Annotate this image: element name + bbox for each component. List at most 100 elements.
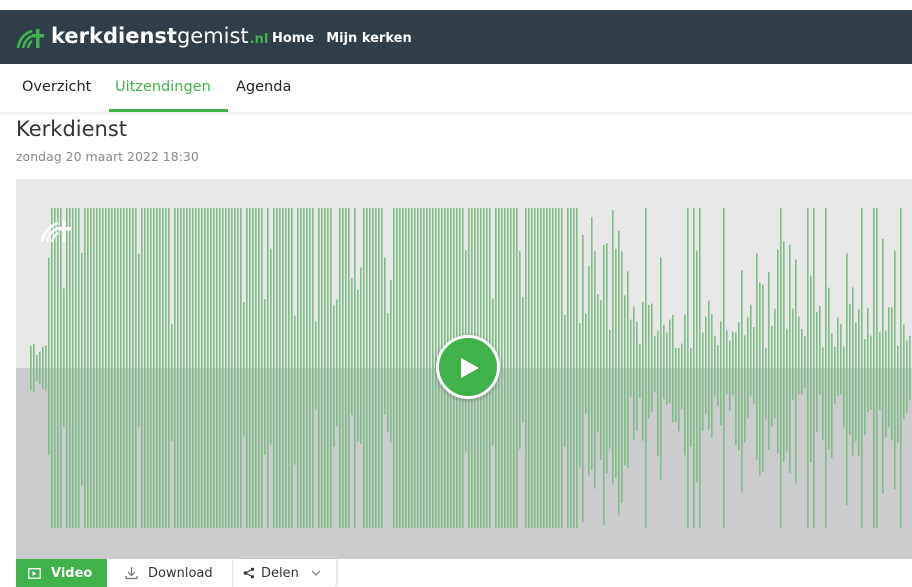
waveform-bar — [870, 335, 872, 410]
waveform-bar — [45, 345, 47, 391]
page-title: Kerkdienst — [16, 117, 128, 141]
waveform-bar — [192, 208, 194, 528]
waveform-bar — [801, 328, 803, 395]
waveform-bar — [603, 245, 605, 525]
waveform-bar — [747, 317, 749, 419]
waveform-bar — [681, 343, 683, 410]
waveform-bar — [198, 208, 200, 528]
waveform-bar — [642, 301, 644, 441]
waveform-bar — [546, 208, 548, 528]
nav-home[interactable]: Home — [272, 31, 314, 47]
waveform-bar — [627, 271, 629, 469]
waveform-bar — [564, 314, 566, 447]
waveform-bar — [333, 305, 335, 448]
nav-mijn-kerken[interactable]: Mijn kerken — [326, 31, 412, 47]
waveform-bar — [552, 208, 554, 528]
waveform-bar — [201, 208, 203, 528]
waveform-bar — [81, 252, 83, 486]
play-button[interactable] — [436, 335, 500, 399]
waveform-bar — [90, 208, 92, 528]
waveform-bar — [237, 208, 239, 528]
waveform-bar — [120, 208, 122, 528]
waveform-bar — [699, 208, 701, 528]
waveform-bar — [624, 295, 626, 466]
waveform-bar — [612, 210, 614, 485]
waveform-bar — [909, 335, 911, 400]
waveform-bar — [129, 208, 131, 528]
media-action-toolbar: Video Download Delen — [16, 559, 337, 587]
waveform-bar — [582, 234, 584, 523]
share-label: Delen — [261, 565, 299, 581]
waveform-bar — [657, 330, 659, 457]
waveform-bar — [306, 208, 308, 528]
waveform-bar — [723, 208, 725, 528]
waveform-bar — [84, 208, 86, 528]
waveform-bar — [87, 208, 89, 528]
waveform-bar — [267, 208, 269, 528]
waveform-bar — [240, 208, 242, 528]
waveform-bar — [798, 316, 800, 395]
site-logo[interactable]: kerkdienstgemist.nl — [16, 24, 268, 50]
waveform-bar — [33, 343, 35, 393]
waveform-bar — [789, 244, 791, 473]
tab-uitzendingen[interactable]: Uitzendingen — [115, 78, 211, 96]
play-icon — [461, 358, 479, 378]
waveform-bar — [207, 208, 209, 528]
waveform-bar — [843, 346, 845, 428]
waveform-bar — [42, 346, 44, 390]
share-button[interactable]: Delen — [233, 559, 337, 587]
waveform-bar — [786, 328, 788, 452]
waveform-bar — [774, 308, 776, 419]
waveform-bar — [396, 208, 398, 528]
download-button[interactable]: Download — [107, 559, 233, 587]
waveform-bar — [399, 208, 401, 528]
waveform-bar — [414, 208, 416, 528]
waveform-bar — [804, 336, 806, 389]
waveform-bar — [729, 340, 731, 412]
waveform-bar — [645, 208, 647, 528]
waveform-bar — [105, 208, 107, 528]
tab-overzicht[interactable]: Overzicht — [22, 78, 91, 96]
waveform-bar — [780, 208, 782, 528]
waveform-bar — [768, 272, 770, 450]
audio-player[interactable] — [16, 179, 912, 559]
waveform-bar — [51, 208, 53, 528]
waveform-bar — [405, 208, 407, 528]
waveform-bar — [228, 208, 230, 528]
waveform-bar — [855, 322, 857, 442]
waveform-bar — [66, 208, 68, 528]
waveform-bar — [669, 319, 671, 404]
waveform-bar — [408, 208, 410, 528]
waveform-bar — [270, 248, 272, 445]
waveform-bar — [348, 208, 350, 528]
video-button[interactable]: Video — [16, 559, 107, 587]
waveform-bar — [777, 249, 779, 454]
waveform-bar — [660, 257, 662, 481]
waveform-bar — [354, 208, 356, 528]
waveform-bar — [144, 208, 146, 528]
waveform-bar — [588, 266, 590, 476]
waveform-bar — [213, 208, 215, 528]
waveform-bar — [525, 208, 527, 528]
waveform-bar — [840, 324, 842, 395]
waveform-bar — [108, 208, 110, 528]
waveform-bar — [420, 208, 422, 528]
waveform-bar — [30, 345, 32, 391]
signal-logo-icon — [40, 221, 71, 243]
waveform-bar — [327, 208, 329, 528]
waveform-bar — [711, 313, 713, 438]
waveform-bar — [246, 208, 248, 528]
waveform-bar — [216, 208, 218, 528]
tab-agenda[interactable]: Agenda — [236, 78, 291, 96]
waveform-bar — [345, 208, 347, 528]
waveform-bar — [288, 208, 290, 528]
sub-navigation: Overzicht Uitzendingen Agenda — [0, 64, 912, 112]
waveform-bar — [321, 208, 323, 528]
waveform-bar — [111, 208, 113, 528]
waveform-bar — [135, 208, 137, 528]
waveform-bar — [264, 299, 266, 455]
waveform-bar — [195, 208, 197, 528]
waveform-bar — [690, 347, 692, 447]
waveform-bar — [666, 332, 668, 405]
waveform-bar — [897, 345, 899, 444]
